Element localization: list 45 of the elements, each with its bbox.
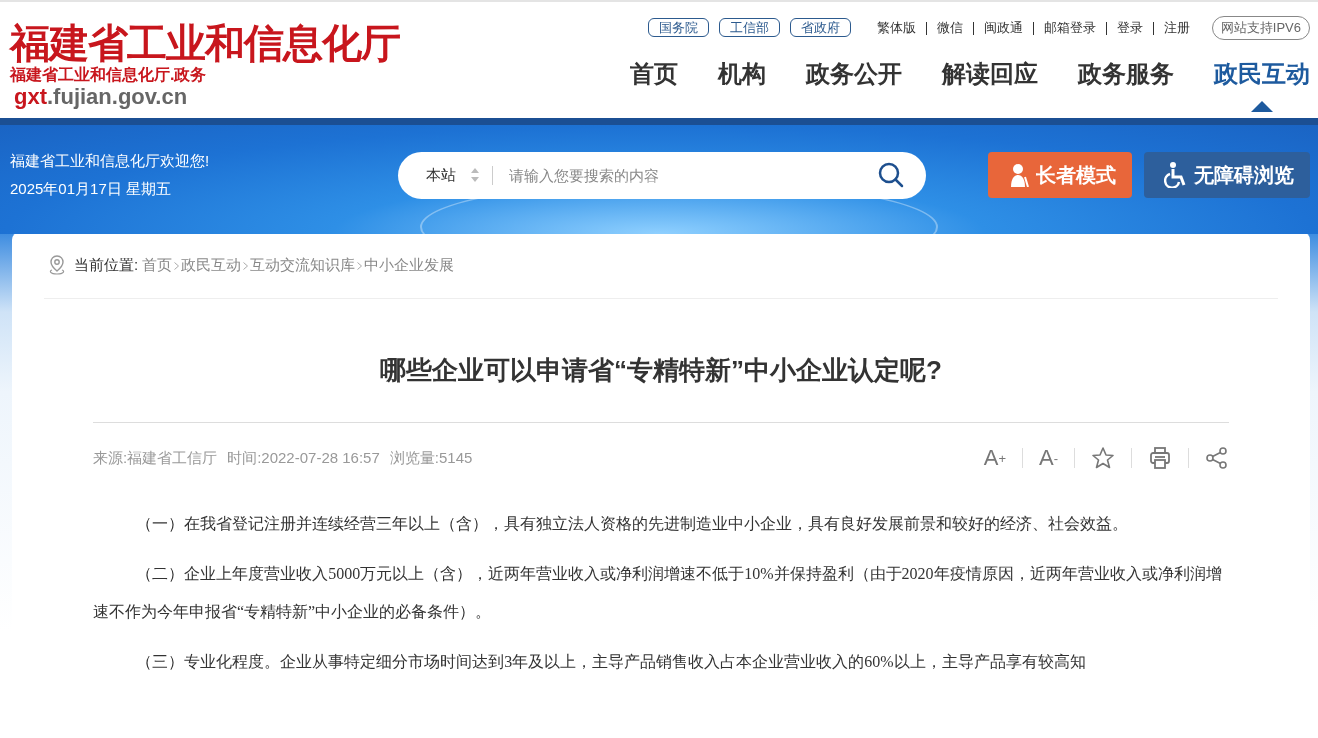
nav-tab[interactable]: 机构: [718, 58, 766, 112]
share-icon[interactable]: [1205, 446, 1229, 470]
nav-tab[interactable]: 首页: [630, 58, 678, 112]
site-subtitle: 福建省工业和信息化厅.政务: [10, 66, 208, 84]
wheelchair-icon: [1164, 162, 1188, 188]
breadcrumb-link[interactable]: 互动交流知识库: [250, 255, 356, 273]
nav-tab[interactable]: 解读回应: [942, 58, 1038, 112]
breadcrumb-link[interactable]: 首页: [142, 255, 173, 273]
breadcrumb-label: 当前位置:: [74, 255, 139, 275]
article-title: 哪些企业可以申请省“专精特新”中小企业认定呢?: [93, 299, 1229, 423]
source-text: 来源:福建省工信厅: [93, 448, 218, 468]
star-icon[interactable]: [1091, 446, 1115, 470]
nav-tab[interactable]: 政务公开: [806, 58, 902, 112]
chevron-icon: [243, 261, 249, 270]
utility-link[interactable]: 繁体版: [876, 19, 916, 37]
chevron-icon: [174, 261, 180, 270]
nav-tab[interactable]: 政务服务: [1078, 58, 1174, 112]
breadcrumb-link[interactable]: 政民互动: [181, 255, 242, 273]
paragraph: （三）专业化程度。企业从事特定细分市场时间达到3年及以上，主导产品销售收入占本企业营业收入的60%以上，主导产品享有较高知: [135, 652, 1087, 672]
utility-link[interactable]: 闽政通: [983, 19, 1023, 37]
search-field[interactable]: 本站 请输入您要搜索的内容: [398, 151, 926, 199]
sort-icon: [470, 167, 480, 183]
site-title: 福建省工业和信息化厅: [10, 20, 400, 66]
person-icon: [1008, 163, 1030, 187]
utility-link[interactable]: 微信: [936, 19, 963, 37]
welcome-text: 福建省工业和信息化厅欢迎您!: [10, 151, 211, 171]
views-text: 浏览量:5145: [389, 448, 473, 468]
utility-link[interactable]: 登录: [1116, 19, 1143, 37]
date-text: 2025年01月17日 星期五: [10, 179, 172, 199]
accessibility-button[interactable]: 无障碍浏览: [1144, 152, 1310, 198]
gov-link[interactable]: 国务院: [647, 18, 709, 37]
gov-link[interactable]: 省政府: [789, 18, 851, 37]
print-icon[interactable]: [1148, 446, 1172, 470]
location-pin-icon: [48, 255, 66, 275]
scope-select[interactable]: 本站: [426, 165, 493, 185]
site-domain: gxt.fujian.gov.cn: [14, 84, 189, 110]
breadcrumb-link[interactable]: 中小企业发展: [364, 255, 455, 273]
chevron-icon: [357, 261, 363, 270]
paragraph: （一）在我省登记注册并连续经营三年以上（含），具有独立法人资格的先进制造业中小企业，具有良好发展前景和较好的经济、社会效益。: [135, 514, 1130, 534]
paragraph: （二）企业上年度营业收入5000万元以上（含），近两年营业收入或净利润增速不低于10%并保持盈利（由于2020年疫情原因，近两年营业收入或净利润增速不作为今年申报省“专精特新”中小企业的必备条件）。: [93, 564, 1223, 622]
search-icon[interactable]: [878, 162, 904, 188]
utility-link[interactable]: 邮箱登录: [1043, 19, 1096, 37]
time-text: 时间:2022-07-28 16:57: [227, 448, 380, 468]
gov-link[interactable]: 工信部: [718, 18, 780, 37]
utility-link[interactable]: 注册: [1163, 19, 1190, 37]
